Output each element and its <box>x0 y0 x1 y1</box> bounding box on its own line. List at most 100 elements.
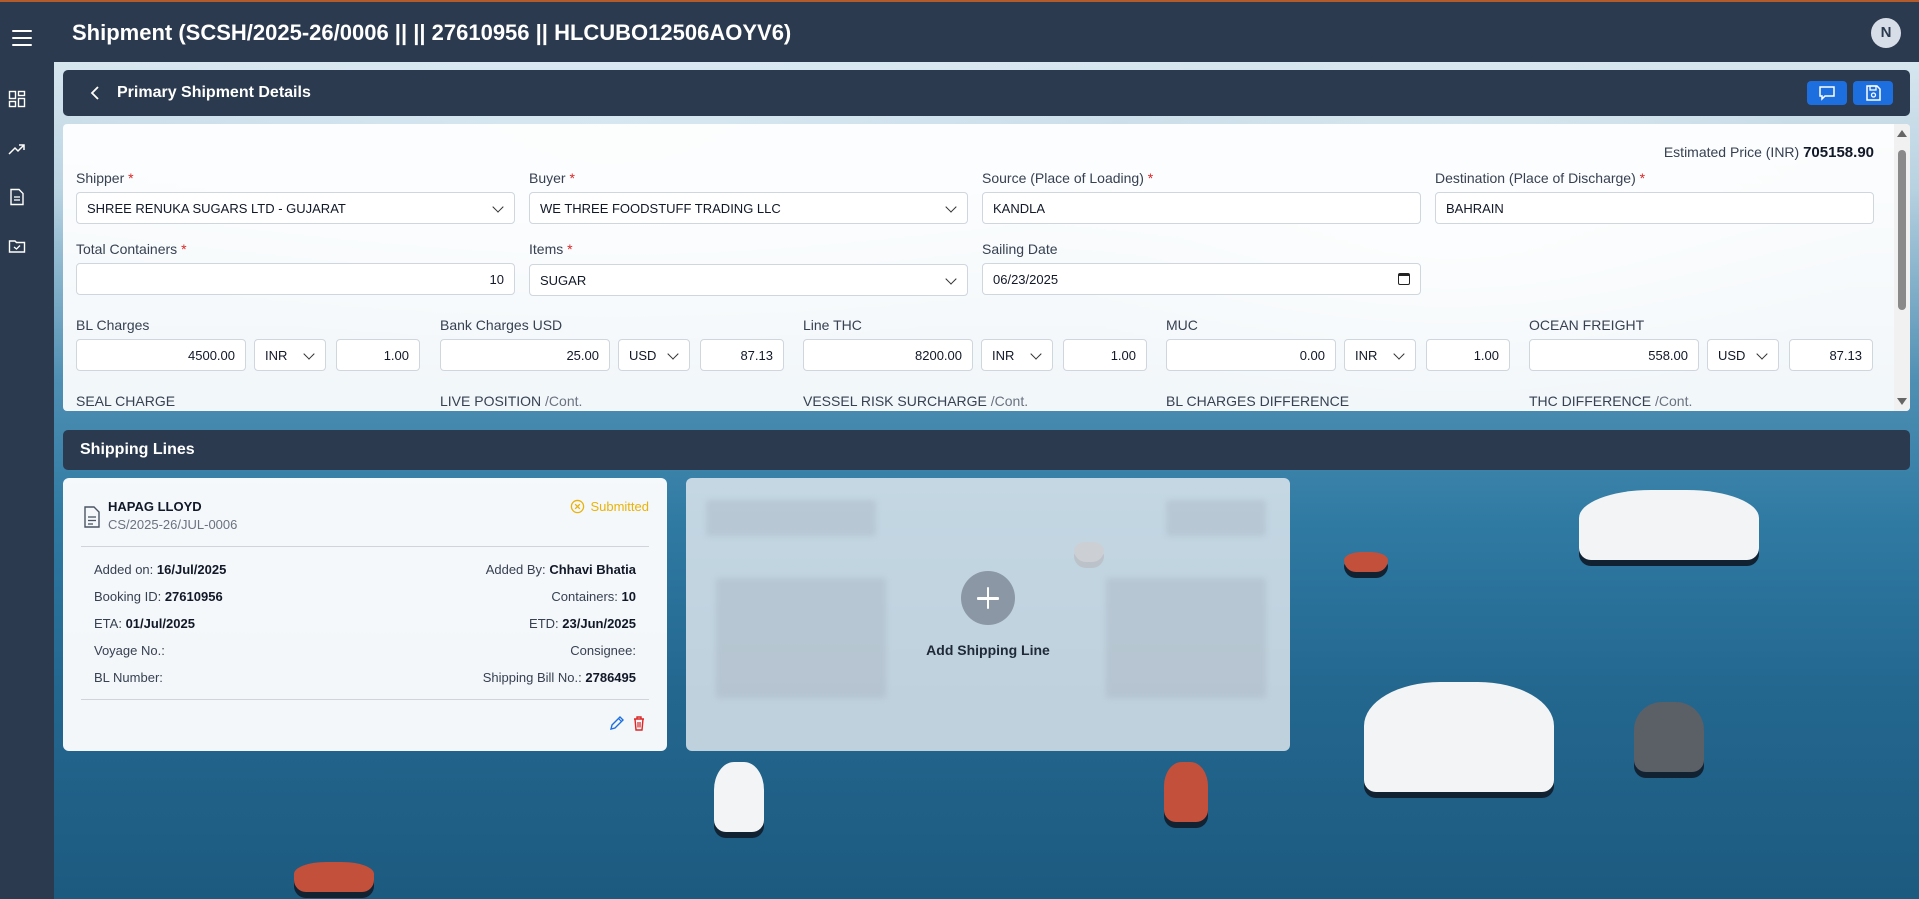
source-input[interactable]: KANDLA <box>982 192 1421 224</box>
divider <box>81 699 649 700</box>
source-label: Source (Place of Loading) * <box>982 170 1154 186</box>
shipping-line-code: CS/2025-26/JUL-0006 <box>108 517 238 532</box>
line-thc-rate-input[interactable]: 1.00 <box>1063 339 1147 371</box>
boat-image <box>1164 762 1208 822</box>
scrollbar-thumb[interactable] <box>1898 150 1906 310</box>
buyer-label: Buyer * <box>529 170 575 186</box>
buyer-select[interactable]: WE THREE FOODSTUFF TRADING LLC <box>529 192 968 224</box>
sailing-date-input[interactable]: 06/23/2025 <box>982 263 1421 295</box>
vessel-risk-surcharge-label: VESSEL RISK SURCHARGE /Cont. <box>803 393 1029 409</box>
total-containers-label: Total Containers * <box>76 241 187 257</box>
chevron-left-icon[interactable] <box>87 84 105 102</box>
bl-charges-label: BL Charges <box>76 317 150 333</box>
save-button[interactable] <box>1853 81 1893 105</box>
shipper-label: Shipper * <box>76 170 134 186</box>
boat-image <box>1344 552 1388 572</box>
cruise-ship-image <box>1579 490 1759 560</box>
booking-id: Booking ID: 27610956 <box>94 589 223 604</box>
add-plus-icon[interactable] <box>961 571 1015 625</box>
trending-icon[interactable] <box>8 140 26 158</box>
eta: ETA: 01/Jul/2025 <box>94 616 195 631</box>
status-text: Submitted <box>590 499 649 514</box>
user-avatar[interactable]: N <box>1871 18 1901 48</box>
scroll-up-arrow-icon[interactable] <box>1897 130 1907 137</box>
bank-charges-label: Bank Charges USD <box>440 317 563 333</box>
folder-icon[interactable] <box>8 237 26 255</box>
divider <box>81 546 649 547</box>
bl-charges-rate-input[interactable]: 1.00 <box>336 339 420 371</box>
shipping-lines-header: Shipping Lines <box>63 430 1910 470</box>
bank-charges-rate-input[interactable]: 87.13 <box>700 339 784 371</box>
destination-input[interactable]: BAHRAIN <box>1435 192 1874 224</box>
ocean-freight-currency-select[interactable]: USD <box>1707 339 1779 371</box>
thc-difference-label: THC DIFFERENCE /Cont. <box>1529 393 1693 409</box>
bl-number: BL Number: <box>94 670 163 685</box>
section-title: Primary Shipment Details <box>117 84 311 101</box>
boat-image <box>1634 702 1704 772</box>
primary-details-card: Estimated Price (INR) 705158.90 Shipper … <box>63 124 1910 411</box>
vertical-scrollbar[interactable] <box>1894 124 1910 411</box>
consignee: Consignee: <box>570 643 636 658</box>
bank-charges-amount-input[interactable]: 25.00 <box>440 339 610 371</box>
placeholder-blur <box>716 578 886 698</box>
shipping-line-name: HAPAG LLOYD <box>108 499 202 514</box>
bl-charges-currency-select[interactable]: INR <box>254 339 326 371</box>
ocean-freight-label: OCEAN FREIGHT <box>1529 317 1645 333</box>
sailing-date-value: 06/23/2025 <box>993 271 1059 287</box>
primary-details-header: Primary Shipment Details <box>63 70 1910 116</box>
hamburger-menu-icon[interactable] <box>12 30 32 46</box>
cancel-circle-icon <box>571 499 585 514</box>
dashboard-icon[interactable] <box>8 90 26 108</box>
calendar-icon[interactable] <box>1398 273 1410 285</box>
scroll-down-arrow-icon[interactable] <box>1897 398 1907 405</box>
document-icon <box>84 506 100 528</box>
ocean-freight-rate-input[interactable]: 87.13 <box>1789 339 1873 371</box>
side-nav <box>0 62 54 899</box>
line-thc-amount-input[interactable]: 8200.00 <box>803 339 973 371</box>
shipping-line-card[interactable]: HAPAG LLOYD CS/2025-26/JUL-0006 Submitte… <box>63 478 667 751</box>
comment-button[interactable] <box>1807 81 1847 105</box>
comment-icon <box>1819 86 1835 101</box>
edit-pencil-icon[interactable] <box>609 715 625 731</box>
ocean-freight-amount-input[interactable]: 558.00 <box>1529 339 1699 371</box>
status-badge: Submitted <box>570 499 649 514</box>
bank-charges-currency-select[interactable]: USD <box>618 339 690 371</box>
cruise-ship-image <box>1364 682 1554 792</box>
top-bar: Shipment (SCSH/2025-26/0006 || || 276109… <box>0 0 1919 62</box>
total-containers-input[interactable]: 10 <box>76 263 515 295</box>
line-thc-currency-select[interactable]: INR <box>981 339 1053 371</box>
boat-image <box>714 762 764 832</box>
added-by: Added By: Chhavi Bhatia <box>485 562 636 577</box>
muc-label: MUC <box>1166 317 1198 333</box>
estimated-price: Estimated Price (INR) 705158.90 <box>1664 144 1874 161</box>
placeholder-blur <box>706 500 876 536</box>
items-label: Items * <box>529 241 573 257</box>
etd: ETD: 23/Jun/2025 <box>529 616 636 631</box>
shipper-select[interactable]: SHREE RENUKA SUGARS LTD - GUJARAT <box>76 192 515 224</box>
containers: Containers: 10 <box>551 589 636 604</box>
destination-label: Destination (Place of Discharge) * <box>1435 170 1646 186</box>
delete-trash-icon[interactable] <box>631 715 647 731</box>
items-select[interactable]: SUGAR <box>529 264 968 296</box>
add-shipping-line-card[interactable]: Add Shipping Line <box>686 478 1290 751</box>
live-position-label: LIVE POSITION /Cont. <box>440 393 583 409</box>
sailing-date-label: Sailing Date <box>982 241 1058 257</box>
placeholder-blur <box>1166 500 1266 536</box>
section-title: Shipping Lines <box>80 441 195 458</box>
bl-charges-difference-label: BL CHARGES DIFFERENCE <box>1166 393 1350 409</box>
bl-charges-amount-input[interactable]: 4500.00 <box>76 339 246 371</box>
document-icon[interactable] <box>8 188 26 206</box>
voyage-no: Voyage No.: <box>94 643 165 658</box>
seal-charge-label: SEAL CHARGE <box>76 393 176 409</box>
estimated-price-label: Estimated Price (INR) <box>1663 144 1800 160</box>
page-title: Shipment (SCSH/2025-26/0006 || || 276109… <box>72 20 792 45</box>
muc-amount-input[interactable]: 0.00 <box>1166 339 1336 371</box>
placeholder-blur <box>1106 578 1266 698</box>
shipping-bill-no: Shipping Bill No.: 2786495 <box>482 670 636 685</box>
save-icon <box>1866 85 1881 101</box>
boat-image <box>294 862 374 892</box>
muc-currency-select[interactable]: INR <box>1344 339 1416 371</box>
muc-rate-input[interactable]: 1.00 <box>1426 339 1510 371</box>
add-shipping-line-label[interactable]: Add Shipping Line <box>686 642 1290 658</box>
line-thc-label: Line THC <box>803 317 862 333</box>
